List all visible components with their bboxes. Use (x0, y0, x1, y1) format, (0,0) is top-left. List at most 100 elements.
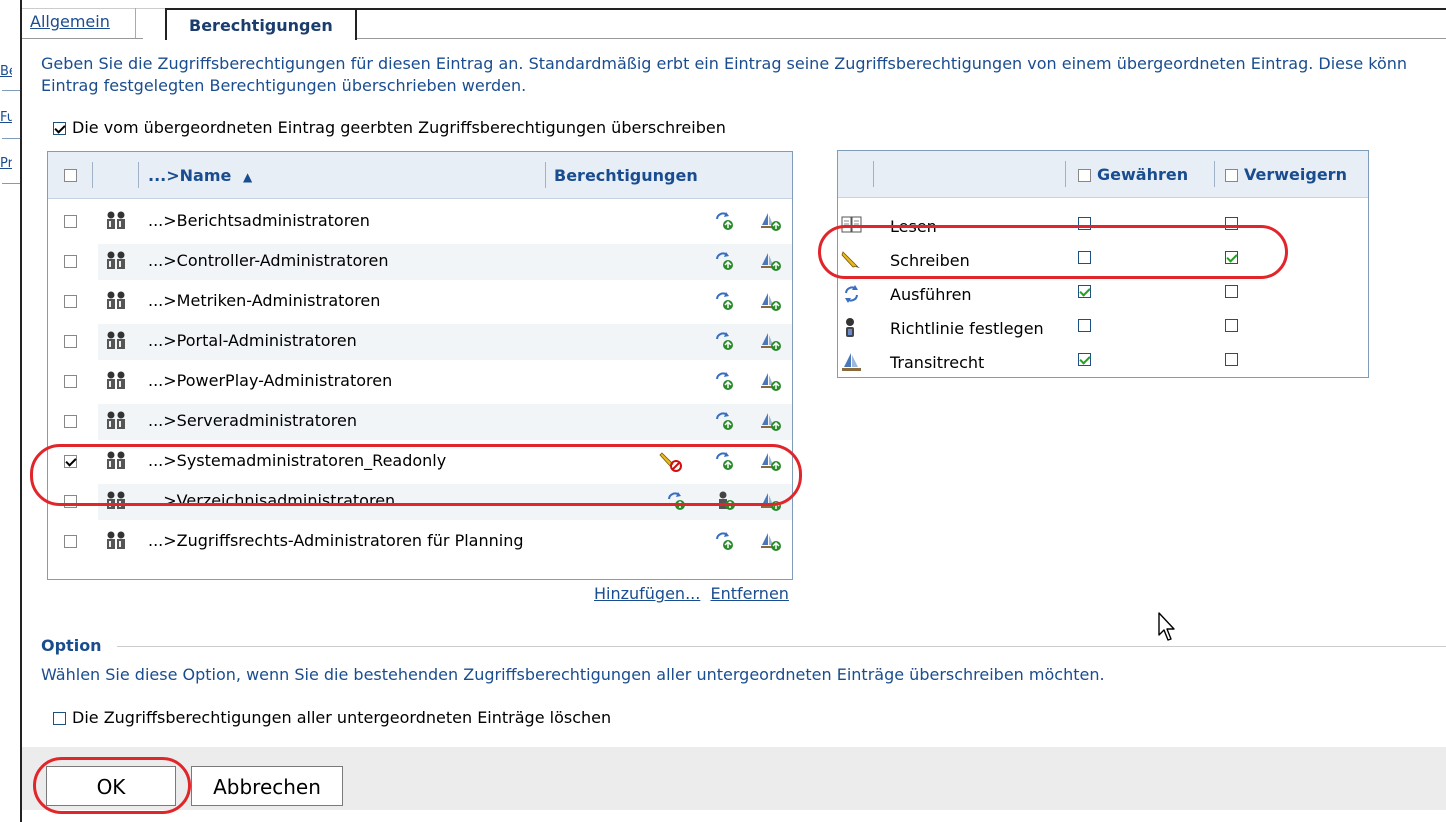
member-name[interactable]: ...>Controller-Administratoren (148, 251, 388, 270)
group-icon-wrap (105, 330, 125, 350)
execute-grant-icon (716, 372, 733, 390)
highlight-readonly-row (30, 444, 802, 506)
group-icon (107, 251, 125, 269)
traverse-icon-wrap (760, 370, 782, 396)
member-row[interactable]: ...>Controller-Administratoren (48, 242, 792, 282)
execute-grant-icon (716, 292, 733, 310)
cancel-button[interactable]: Abbrechen (191, 766, 343, 806)
member-select-checkbox[interactable] (64, 335, 77, 348)
traverse-icon-wrap (760, 210, 782, 236)
traverse-icon-wrap (760, 290, 782, 316)
execute-grant-icon (716, 252, 733, 270)
group-icon (107, 531, 125, 549)
override-inherited-label: Die vom übergeordneten Eintrag geerbten … (72, 118, 726, 137)
sort-ascending-icon: ▲ (242, 170, 253, 184)
member-select-checkbox[interactable] (64, 535, 77, 548)
grant-column-header[interactable]: Gewähren (1078, 165, 1188, 184)
traverse-grant-icon (761, 333, 781, 351)
member-select-checkbox[interactable] (64, 415, 77, 428)
description-line-2: Eintrag festgelegten Berechtigungen über… (41, 76, 527, 95)
tab-permissions[interactable]: Berechtigungen (165, 8, 357, 40)
execute-icon (845, 285, 858, 303)
sidebar-divider-line (2, 138, 20, 139)
member-name[interactable]: ...>Zugriffsrechts-Administratoren für P… (148, 531, 524, 550)
group-icon-wrap (105, 250, 125, 270)
member-name[interactable]: ...>Berichtsadministratoren (148, 211, 370, 230)
member-select-checkbox[interactable] (64, 295, 77, 308)
traverse-icon-wrap (760, 530, 782, 556)
group-icon (107, 331, 125, 349)
sidebar-link-1[interactable]: Be (0, 64, 12, 79)
tab-separator (135, 8, 136, 38)
permissions-description: Geben Sie die Zugriffsberechtigungen für… (41, 53, 1446, 97)
traverse-icon-wrap (760, 250, 782, 276)
permission-name: Transitrecht (890, 353, 985, 372)
header-divider (1214, 161, 1215, 187)
header-divider (92, 162, 93, 188)
deny-checkbox[interactable] (1225, 285, 1238, 298)
delete-child-permissions-label: Die Zugriffsberechtigungen aller unterge… (72, 708, 612, 727)
member-name[interactable]: ...>PowerPlay-Administratoren (148, 371, 392, 390)
group-icon-wrap (105, 530, 125, 550)
traverse-icon-wrap (760, 330, 782, 356)
execute-grant-icon (716, 532, 733, 550)
execute-icon-wrap (713, 370, 735, 396)
grant-all-checkbox[interactable] (1078, 169, 1091, 182)
members-table: ...>Name ▲ Berechtigungen ...>Berichtsad… (47, 151, 793, 580)
execute-icon-wrap (713, 290, 735, 316)
remove-link[interactable]: Entfernen (711, 584, 789, 603)
deny-all-checkbox[interactable] (1225, 169, 1238, 182)
grant-checkbox[interactable] (1078, 319, 1091, 332)
traverse-icon-wrap (760, 410, 782, 436)
member-row[interactable]: ...>Metriken-Administratoren (48, 282, 792, 322)
select-all-checkbox[interactable] (64, 169, 77, 182)
execute-icon-wrap (713, 250, 735, 276)
delete-child-permissions-checkbox[interactable] (53, 712, 66, 725)
sidebar-link-2[interactable]: Fu (0, 110, 12, 125)
tab-general[interactable]: Allgemein (30, 12, 110, 44)
name-column-header[interactable]: ...>Name ▲ (148, 166, 252, 185)
member-name[interactable]: ...>Metriken-Administratoren (148, 291, 380, 310)
deny-header-label: Verweigern (1244, 165, 1347, 184)
execute-icon-wrap (713, 210, 735, 236)
permission-name: Ausführen (890, 285, 972, 304)
grant-checkbox[interactable] (1078, 353, 1091, 366)
grant-header-label: Gewähren (1097, 165, 1189, 184)
execute-grant-icon (716, 212, 733, 230)
member-row[interactable]: ...>Portal-Administratoren (48, 322, 792, 362)
deny-checkbox[interactable] (1225, 319, 1238, 332)
member-select-checkbox[interactable] (64, 215, 77, 228)
add-link[interactable]: Hinzufügen... (594, 584, 700, 603)
override-inherited-checkbox[interactable] (53, 122, 66, 135)
policy-icon (846, 318, 854, 337)
member-select-checkbox[interactable] (64, 255, 77, 268)
traverse-grant-icon (761, 533, 781, 551)
group-icon-wrap (105, 410, 125, 430)
group-icon-wrap (105, 210, 125, 230)
permission-icon-wrap (841, 283, 863, 309)
member-select-checkbox[interactable] (64, 375, 77, 388)
tabbar-bottom-line (357, 38, 1446, 39)
member-row[interactable]: ...>Zugriffsrechts-Administratoren für P… (48, 522, 792, 562)
override-inherited-option[interactable]: Die vom übergeordneten Eintrag geerbten … (53, 118, 726, 137)
deny-column-header[interactable]: Verweigern (1225, 165, 1347, 184)
traverse-grant-icon (761, 253, 781, 271)
member-row[interactable]: ...>Berichtsadministratoren (48, 202, 792, 242)
delete-child-permissions-option[interactable]: Die Zugriffsberechtigungen aller unterge… (53, 708, 611, 727)
traverse-grant-icon (761, 213, 781, 231)
member-row[interactable]: ...>PowerPlay-Administratoren (48, 362, 792, 402)
member-name[interactable]: ...>Portal-Administratoren (148, 331, 357, 350)
tabbar-bottom-line (22, 38, 143, 39)
grant-checkbox[interactable] (1078, 285, 1091, 298)
mouse-cursor-icon (1158, 612, 1175, 641)
member-name[interactable]: ...>Serveradministratoren (148, 411, 357, 430)
permission-row: Transitrecht (838, 345, 1368, 379)
traverse-grant-icon (761, 413, 781, 431)
member-row[interactable]: ...>Serveradministratoren (48, 402, 792, 442)
highlight-write-permission (818, 225, 1288, 279)
permission-name: Richtlinie festlegen (890, 319, 1044, 338)
execute-icon-wrap (713, 530, 735, 556)
sidebar-link-3[interactable]: Pr (0, 156, 12, 171)
deny-checkbox[interactable] (1225, 353, 1238, 366)
traverse-icon (842, 353, 861, 371)
